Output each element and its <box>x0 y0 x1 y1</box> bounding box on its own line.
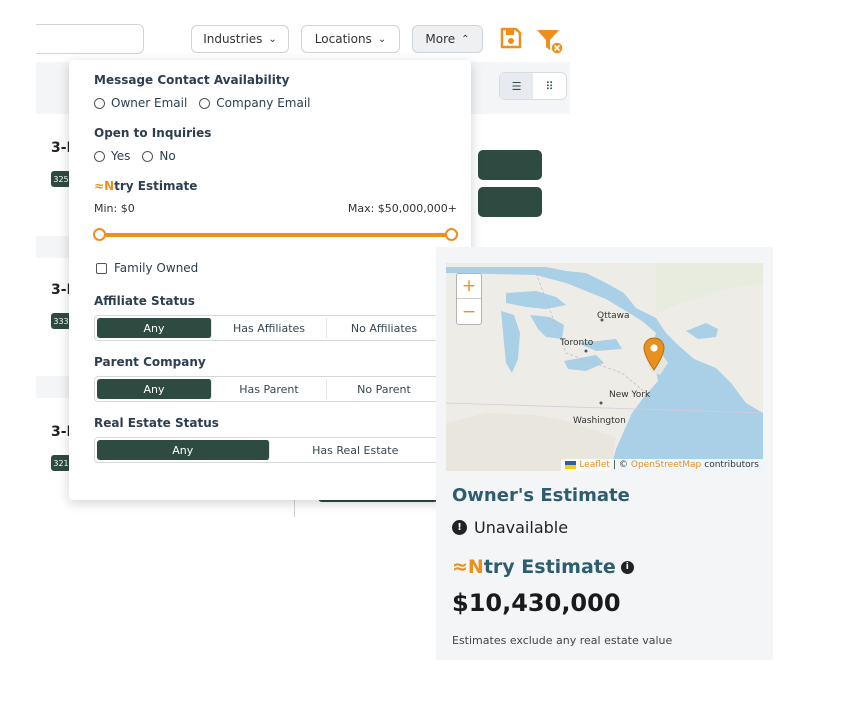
message-contact-label: Message Contact Availability <box>94 73 290 87</box>
more-filters-dropdown: Message Contact Availability Owner Email… <box>69 60 471 500</box>
detail-card <box>470 118 566 248</box>
estimate-footnote: Estimates exclude any real estate value <box>452 634 673 647</box>
list-item[interactable] <box>36 398 72 498</box>
radio-icon[interactable] <box>94 150 105 162</box>
range-slider-track[interactable] <box>99 233 451 237</box>
count-badge: 321 <box>51 455 71 471</box>
city-label-ottawa: Ottawa <box>597 311 630 321</box>
checkbox-icon[interactable] <box>96 262 107 274</box>
chevron-down-icon: ⌄ <box>268 33 277 45</box>
estimate-card: + − Ottawa Toronto New York Washington L… <box>436 247 773 660</box>
real-estate-segmented: Any Has Real Estate <box>94 437 444 463</box>
parent-company-segmented: Any Has Parent No Parent <box>94 376 444 402</box>
family-owned-checkbox[interactable]: Family Owned <box>96 261 198 275</box>
parent-any-option[interactable]: Any <box>97 379 212 399</box>
city-label-washington: Washington <box>573 416 626 426</box>
city-label-toronto: Toronto <box>560 338 594 348</box>
owner-estimate-title: Owner's Estimate <box>452 485 630 506</box>
no-label: No <box>159 149 176 163</box>
ntry-estimate-label: ≈Ntry Estimate <box>94 179 197 193</box>
city-label-new-york: New York <box>609 390 651 400</box>
range-max-label: Max: $50,000,000+ <box>347 202 457 215</box>
owner-estimate-status: ! Unavailable <box>452 518 568 537</box>
company-email-radio[interactable]: Company Email <box>199 96 311 110</box>
industries-filter-button[interactable]: Industries ⌄ <box>191 25 289 53</box>
location-map[interactable]: + − Ottawa Toronto New York Washington L… <box>446 263 763 471</box>
range-max-handle[interactable] <box>445 228 458 241</box>
no-affiliates-option[interactable]: No Affiliates <box>327 318 441 338</box>
has-parent-option[interactable]: Has Parent <box>212 379 327 399</box>
ntry-title-rest: try Estimate <box>483 556 616 578</box>
real-estate-any-option[interactable]: Any <box>97 440 270 460</box>
info-icon[interactable]: i <box>620 560 634 574</box>
ntry-brand-letter: N <box>104 179 115 193</box>
parent-company-label: Parent Company <box>94 355 206 369</box>
no-radio[interactable]: No <box>142 149 176 163</box>
view-toggle[interactable]: ☰ ⠿ <box>499 72 567 100</box>
open-inquiries-label: Open to Inquiries <box>94 126 212 140</box>
has-affiliates-option[interactable]: Has Affiliates <box>212 318 327 338</box>
yes-label: Yes <box>111 149 131 163</box>
radio-icon[interactable] <box>199 97 211 109</box>
owner-email-label: Owner Email <box>111 96 188 110</box>
count-badge: 333 <box>51 313 71 329</box>
no-parent-option[interactable]: No Parent <box>327 379 441 399</box>
message-contact-options: Owner Email Company Email <box>94 96 323 110</box>
search-input[interactable] <box>36 24 144 54</box>
range-min-handle[interactable] <box>93 228 106 241</box>
more-filter-button[interactable]: More ⌃ <box>412 25 483 53</box>
locations-label: Locations <box>314 32 372 46</box>
ntry-logo-icon: ≈ <box>452 556 468 578</box>
map-attribution: Leaflet | © OpenStreetMap contributors <box>561 459 763 471</box>
has-real-estate-option[interactable]: Has Real Estate <box>270 440 442 460</box>
map-tiles <box>446 263 763 471</box>
osm-link[interactable]: OpenStreetMap <box>631 460 701 470</box>
affiliate-any-option[interactable]: Any <box>97 318 212 338</box>
industries-label: Industries <box>203 32 263 46</box>
action-button[interactable] <box>478 187 542 217</box>
leaflet-link[interactable]: Leaflet <box>579 460 610 470</box>
ntry-estimate-title: ≈ Ntry Estimate i <box>452 556 634 578</box>
family-owned-label: Family Owned <box>114 261 199 275</box>
open-inquiries-options: Yes No <box>94 149 188 163</box>
ntry-estimate-value: $10,430,000 <box>452 589 621 617</box>
zoom-out-button[interactable]: − <box>457 299 481 324</box>
save-icon[interactable] <box>499 26 523 50</box>
affiliate-status-label: Affiliate Status <box>94 294 195 308</box>
ntry-label-rest: try Estimate <box>114 179 198 193</box>
ntry-brand-letter: N <box>467 556 484 578</box>
owner-email-radio[interactable]: Owner Email <box>94 96 187 110</box>
chevron-up-icon: ⌃ <box>461 33 470 45</box>
exclamation-icon: ! <box>452 520 467 535</box>
zoom-in-button[interactable]: + <box>457 274 481 299</box>
attribution-separator: | © <box>612 460 628 470</box>
more-label: More <box>425 32 456 46</box>
list-view-icon[interactable]: ☰ <box>500 73 533 99</box>
map-pin-icon[interactable] <box>642 337 666 373</box>
radio-icon[interactable] <box>142 150 154 162</box>
ntry-logo-icon: ≈ <box>94 179 105 193</box>
real-estate-status-label: Real Estate Status <box>94 416 219 430</box>
count-badge: 325 <box>51 171 71 187</box>
yes-radio[interactable]: Yes <box>94 149 130 163</box>
filter-clear-icon[interactable] <box>535 26 565 56</box>
owner-estimate-status-text: Unavailable <box>474 518 569 537</box>
chevron-down-icon: ⌄ <box>377 33 387 45</box>
ukraine-flag-icon <box>565 461 577 469</box>
map-zoom-control: + − <box>456 273 482 325</box>
company-email-label: Company Email <box>216 96 311 110</box>
range-min-label: Min: $0 <box>94 202 135 215</box>
affiliate-status-segmented: Any Has Affiliates No Affiliates <box>94 315 444 341</box>
locations-filter-button[interactable]: Locations ⌄ <box>301 25 400 53</box>
grid-view-icon[interactable]: ⠿ <box>533 73 566 99</box>
radio-icon[interactable] <box>94 97 105 109</box>
attribution-contributors: contributors <box>704 460 759 470</box>
action-button[interactable] <box>478 150 542 180</box>
